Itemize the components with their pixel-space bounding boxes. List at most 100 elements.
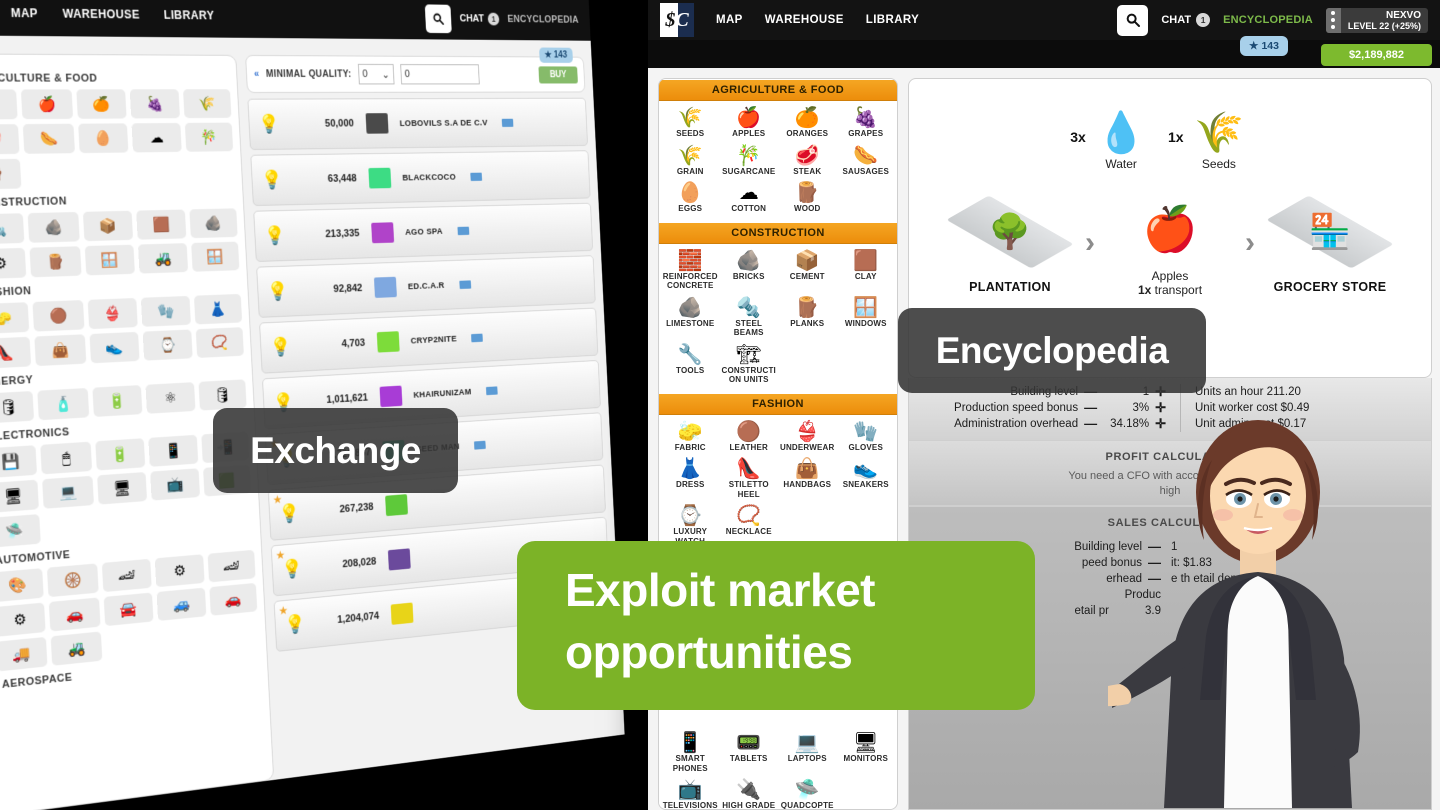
user-menu[interactable]: NEXVO LEVEL 22 (+25%) bbox=[1325, 7, 1428, 33]
enc-item[interactable]: 🪟 WINDOWS bbox=[837, 295, 896, 340]
enc-item[interactable]: 🏗 CONSTRUCTION UNITS bbox=[720, 342, 779, 387]
bg-search-icon[interactable] bbox=[425, 3, 453, 33]
bg-collapse-icon[interactable]: « bbox=[254, 69, 259, 79]
enc-item[interactable]: 🔧 TOOLS bbox=[661, 342, 720, 387]
enc-item[interactable]: ☁ COTTON bbox=[720, 180, 779, 216]
nav-map[interactable]: MAP bbox=[716, 14, 743, 26]
bg-quality-input[interactable]: 0 bbox=[400, 64, 480, 85]
enc-item[interactable]: 🌾 SEEDS bbox=[661, 105, 720, 141]
bg-chat-button[interactable]: CHAT 1 bbox=[459, 12, 500, 26]
enc-item[interactable]: 🪵 WOOD bbox=[778, 180, 837, 216]
bg-tile[interactable]: 🔋 bbox=[95, 438, 146, 471]
bg-tile[interactable]: 🎋 bbox=[184, 122, 234, 152]
bg-tile[interactable]: 🟤 bbox=[32, 300, 85, 332]
chain-input-seeds[interactable]: 1x 🌾 Seeds bbox=[1168, 111, 1244, 171]
enc-item[interactable]: 📱 SMART PHONES bbox=[661, 730, 720, 775]
bg-tile[interactable]: 🍎 bbox=[21, 89, 73, 120]
decrement-button[interactable]: — bbox=[1084, 416, 1097, 432]
nav-library[interactable]: LIBRARY bbox=[866, 14, 919, 26]
bg-listing-row[interactable]: 💡 92,842 ED.C.A.R bbox=[256, 255, 596, 318]
bg-tile[interactable]: 🚙 bbox=[156, 587, 206, 621]
enc-item[interactable]: 📦 CEMENT bbox=[778, 248, 837, 293]
bg-tile[interactable]: 🧴 bbox=[37, 387, 90, 421]
enc-item[interactable]: 👙 UNDERWEAR bbox=[778, 419, 837, 455]
bg-tile[interactable]: 🍊 bbox=[76, 89, 127, 119]
bg-tile[interactable]: 📺 bbox=[150, 468, 200, 501]
enc-item[interactable]: 🧱 REINFORCED CONCRETE bbox=[661, 248, 720, 293]
enc-item[interactable]: 💻 LAPTOPS bbox=[778, 730, 837, 775]
bg-tile[interactable]: 🏎 bbox=[101, 558, 152, 593]
enc-item[interactable]: 🍇 GRAPES bbox=[837, 105, 896, 141]
chain-node-apples[interactable]: 🍎 Apples 1x transport bbox=[1095, 189, 1245, 297]
star-badge[interactable]: ★ 143 bbox=[1240, 36, 1288, 56]
bg-tile[interactable]: 🛢 bbox=[198, 379, 247, 411]
bg-tile[interactable]: ⌚ bbox=[142, 329, 193, 361]
search-icon[interactable] bbox=[1117, 4, 1149, 36]
bg-tile[interactable]: 👠 bbox=[0, 336, 32, 369]
bg-tile[interactable]: ☁ bbox=[131, 122, 182, 153]
bg-tile[interactable]: 🪵 bbox=[0, 158, 22, 190]
bg-quality-select[interactable]: 0 ⌄ bbox=[357, 63, 395, 85]
enc-item[interactable]: 🟫 CLAY bbox=[837, 248, 896, 293]
bg-tile[interactable]: 🪟 bbox=[190, 241, 240, 272]
money-balance[interactable]: $2,189,882 bbox=[1320, 44, 1432, 66]
enc-item[interactable]: 🛸QUADCOPTER bbox=[778, 777, 837, 809]
bg-tile[interactable]: 💾 bbox=[0, 445, 38, 479]
bg-tile[interactable]: 🌾 bbox=[182, 89, 232, 119]
bg-tile[interactable]: 🥚 bbox=[77, 123, 129, 154]
bg-tile[interactable]: 🖥 bbox=[0, 479, 40, 513]
bg-buy-button[interactable]: BUY bbox=[538, 65, 578, 84]
bg-tile[interactable]: 🚗 bbox=[208, 582, 258, 616]
bg-tile[interactable]: 💻 bbox=[42, 475, 94, 509]
bg-tile[interactable]: 👟 bbox=[89, 331, 140, 364]
bg-tile[interactable]: 🚚 bbox=[0, 636, 48, 672]
bg-nav-warehouse[interactable]: WAREHOUSE bbox=[62, 7, 140, 22]
bg-nav-library[interactable]: LIBRARY bbox=[163, 8, 214, 22]
chain-node-grocery-store[interactable]: 🏪 GROCERY STORE bbox=[1255, 192, 1405, 294]
bg-tile[interactable]: 🖱 bbox=[40, 441, 92, 475]
bg-listing-row[interactable]: 💡 50,000 LOBOVILS S.A DE C.V bbox=[247, 97, 589, 151]
bg-tile[interactable]: 📱 bbox=[148, 434, 198, 467]
bg-tile[interactable]: 🥩 bbox=[0, 124, 20, 155]
enc-item[interactable]: 🟤 LEATHER bbox=[720, 419, 779, 455]
bg-tile[interactable]: 🔋 bbox=[92, 385, 143, 417]
enc-item[interactable]: 🥚 EGGS bbox=[661, 180, 720, 216]
enc-item[interactable]: 🔩 STEEL BEAMS bbox=[720, 295, 779, 340]
enc-item[interactable]: 🧤 GLOVES bbox=[837, 419, 896, 455]
enc-item[interactable]: 🥩 STEAK bbox=[778, 143, 837, 179]
menu-dots-icon[interactable] bbox=[1325, 7, 1341, 33]
category-header-agriculture[interactable]: AGRICULTURE & FOOD bbox=[659, 79, 897, 101]
enc-item[interactable]: 🍎 APPLES bbox=[720, 105, 779, 141]
bg-nav-map[interactable]: MAP bbox=[11, 6, 39, 20]
bg-tile[interactable]: 🏎 bbox=[207, 549, 256, 583]
bg-tile[interactable]: 🟫 bbox=[136, 209, 186, 240]
enc-item[interactable]: 🪵 PLANKS bbox=[778, 295, 837, 340]
category-header-fashion[interactable]: FASHION bbox=[659, 392, 897, 415]
bg-tile[interactable]: 🧤 bbox=[141, 295, 191, 327]
bg-tile[interactable]: 🚗 bbox=[49, 597, 101, 632]
bg-tile[interactable]: 📦 bbox=[82, 210, 134, 242]
bg-tile[interactable]: 🪵 bbox=[29, 246, 82, 278]
enc-item[interactable]: 🪨 LIMESTONE bbox=[661, 295, 720, 340]
bg-encyclopedia-link[interactable]: ENCYCLOPEDIA bbox=[507, 14, 579, 26]
enc-item[interactable]: 👟 SNEAKERS bbox=[837, 456, 896, 501]
bg-tile[interactable]: ⚙ bbox=[154, 554, 205, 588]
bg-tile[interactable]: 🖥 bbox=[96, 471, 148, 505]
bg-tile[interactable]: ⚙ bbox=[0, 602, 46, 637]
bg-tile[interactable]: 📿 bbox=[195, 327, 244, 358]
enc-item[interactable]: 🌭 SAUSAGES bbox=[837, 143, 896, 179]
chain-node-plantation[interactable]: 🌳 PLANTATION bbox=[935, 192, 1085, 294]
enc-item[interactable]: 🍊 ORANGES bbox=[778, 105, 837, 141]
bg-tile[interactable]: 🚘 bbox=[103, 592, 154, 627]
bg-tile[interactable]: 🛞 bbox=[47, 563, 99, 598]
enc-item[interactable]: 📺 TELEVISIONS bbox=[661, 777, 720, 809]
bg-tile[interactable]: 👜 bbox=[34, 334, 87, 367]
bg-tile[interactable]: 🚜 bbox=[51, 631, 103, 666]
enc-item[interactable]: 🌾 GRAIN bbox=[661, 143, 720, 179]
encyclopedia-link[interactable]: ENCYCLOPEDIA bbox=[1223, 14, 1313, 26]
enc-item[interactable]: 👜 HANDBAGS bbox=[778, 456, 837, 501]
enc-item[interactable]: 📟 TABLETS bbox=[720, 730, 779, 775]
enc-item[interactable]: 🖥 MONITORS bbox=[837, 730, 896, 775]
bg-tile[interactable]: 🪟 bbox=[84, 244, 136, 276]
bg-tile[interactable]: 🍇 bbox=[129, 89, 180, 119]
